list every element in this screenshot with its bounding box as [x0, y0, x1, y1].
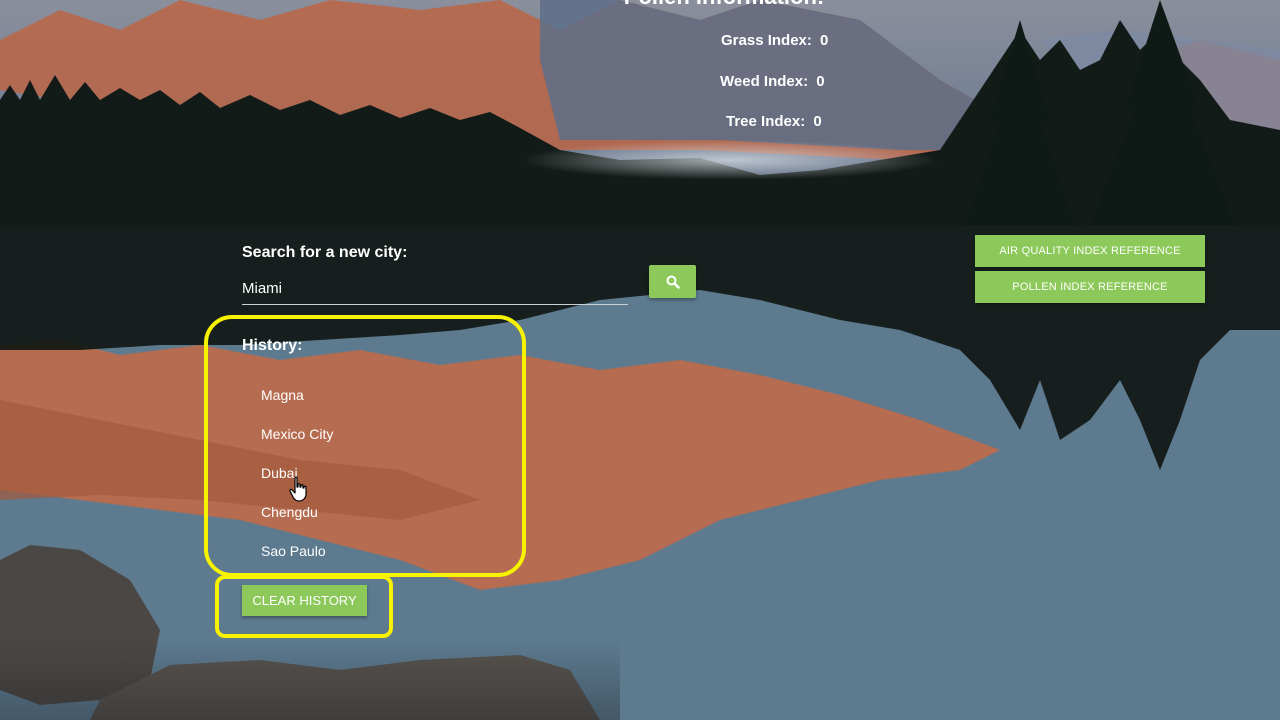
mist [520, 140, 940, 180]
history-item[interactable]: Chengdu [261, 504, 318, 520]
air-quality-reference-button[interactable]: AIR QUALITY INDEX REFERENCE [975, 235, 1205, 267]
hand-cursor-icon [289, 476, 307, 502]
clear-history-button[interactable]: CLEAR HISTORY [242, 585, 367, 616]
tree-index-value: 0 [813, 113, 822, 130]
grass-index-row: Grass Index: 0 [721, 32, 828, 49]
search-button[interactable] [649, 265, 696, 298]
history-title: History: [242, 337, 303, 354]
history-item[interactable]: Sao Paulo [261, 543, 326, 559]
pollen-reference-button[interactable]: POLLEN INDEX REFERENCE [975, 271, 1205, 303]
search-icon [666, 275, 680, 289]
search-label: Search for a new city: [242, 244, 408, 261]
weed-index-row: Weed Index: 0 [720, 73, 825, 90]
history-item[interactable]: Mexico City [261, 426, 333, 442]
landscape-illustration [0, 0, 1280, 720]
weed-index-label: Weed Index: [720, 73, 809, 90]
weed-index-value: 0 [816, 73, 825, 90]
foreground-shadow [0, 640, 620, 720]
tree-index-label: Tree Index: [726, 113, 806, 130]
history-item[interactable]: Magna [261, 387, 304, 403]
city-search-input[interactable] [242, 272, 628, 305]
tree-index-row: Tree Index: 0 [726, 113, 822, 130]
grass-index-label: Grass Index: [721, 32, 812, 49]
grass-index-value: 0 [820, 32, 829, 49]
background-landscape [0, 0, 1280, 720]
pollen-info-title: Pollen Information: [574, 0, 874, 10]
